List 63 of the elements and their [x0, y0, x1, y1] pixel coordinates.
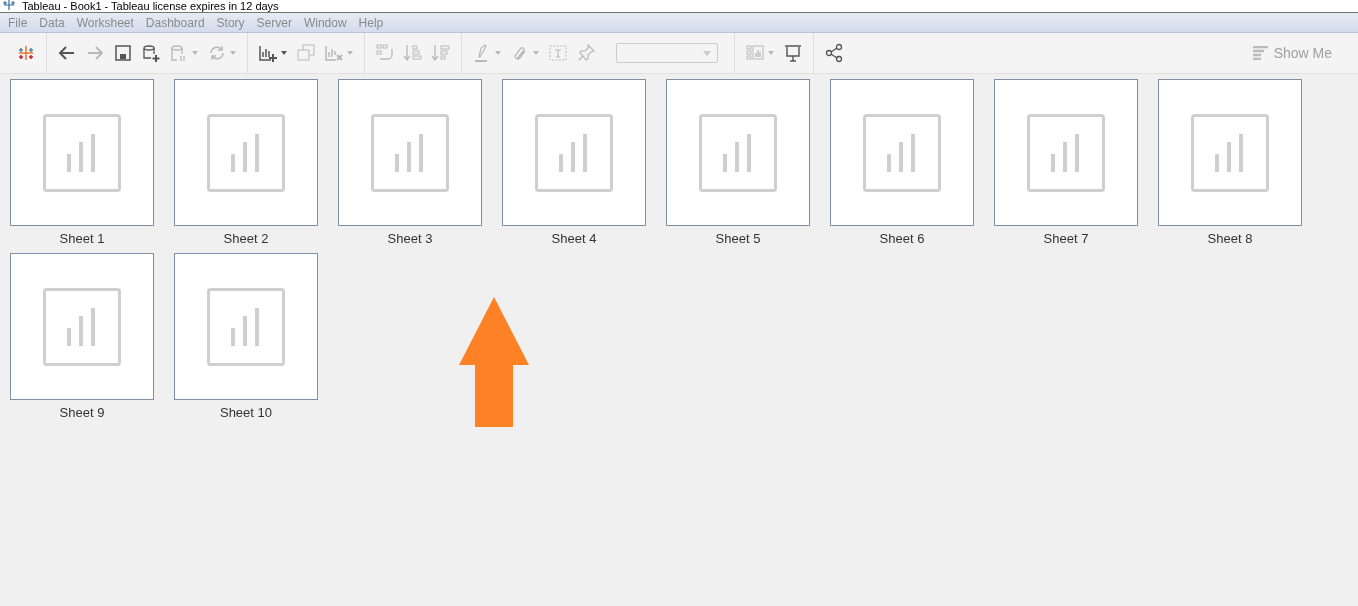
sheet-thumbnail[interactable]	[10, 253, 154, 400]
sheet-thumbnail[interactable]	[1158, 79, 1302, 226]
sheet-thumbnail[interactable]	[10, 79, 154, 226]
sort-ascending-icon	[403, 43, 423, 63]
bar-chart-icon	[207, 287, 285, 366]
menu-item[interactable]: Server	[250, 15, 298, 30]
sheet-thumbnail[interactable]	[338, 79, 482, 226]
sheet-thumbnail[interactable]	[502, 79, 646, 226]
caret-icon	[532, 50, 540, 56]
bar-chart-icon	[1027, 113, 1105, 192]
presentation-icon	[783, 43, 803, 63]
bar-chart-icon	[43, 287, 121, 366]
bar-chart-icon	[699, 113, 777, 192]
menu-item[interactable]: Worksheet	[70, 15, 140, 30]
app-logo-icon	[3, 0, 15, 10]
sheet-name: Sheet 2	[223, 231, 269, 247]
save-icon	[113, 43, 133, 63]
bar-chart-icon	[207, 113, 285, 192]
caret-icon	[191, 50, 199, 56]
sheet-thumbnail[interactable]	[174, 253, 318, 400]
up-arrow-icon	[459, 297, 529, 427]
sheet-name: Sheet 1	[59, 231, 105, 247]
sort-descending-icon	[431, 43, 451, 63]
menu-item[interactable]: Window	[297, 15, 353, 30]
sheet-name: Sheet 6	[879, 231, 925, 247]
refresh-icon	[207, 43, 227, 63]
duplicate-icon	[296, 43, 316, 63]
caret-icon	[280, 50, 288, 56]
menu-item[interactable]: Help	[352, 15, 390, 30]
window-title: Tableau - Book1 - Tableau license expires in 12 days	[22, 0, 279, 12]
sheet-name: Sheet 5	[715, 231, 761, 247]
menu-item[interactable]: Data	[33, 15, 71, 30]
show-me-icon	[1252, 46, 1268, 60]
sheet-thumbnail[interactable]	[830, 79, 974, 226]
sheet-name: Sheet 3	[387, 231, 433, 247]
new-data-source-icon	[141, 43, 161, 63]
sheet-name: Sheet 9	[59, 405, 105, 421]
sheet-thumbnail[interactable]	[666, 79, 810, 226]
bar-chart-icon	[863, 113, 941, 192]
caret-icon	[494, 50, 502, 56]
sheet-thumbnail[interactable]	[994, 79, 1138, 226]
sheet-name: Sheet 7	[1043, 231, 1089, 247]
sheet-name: Sheet 4	[551, 231, 597, 247]
sheet-thumbnail[interactable]	[174, 79, 318, 226]
caret-icon	[767, 50, 775, 56]
menu-item[interactable]: Story	[210, 15, 251, 30]
caret-icon	[703, 50, 711, 56]
new-worksheet-icon	[258, 43, 278, 63]
bar-chart-icon	[43, 113, 121, 192]
menu-item[interactable]: File	[2, 15, 34, 30]
caret-icon	[346, 50, 354, 56]
bar-chart-icon	[1191, 113, 1269, 192]
sheet-name: Sheet 10	[219, 405, 272, 421]
share-icon	[824, 43, 844, 63]
caret-icon	[229, 50, 237, 56]
bar-chart-icon	[535, 113, 613, 192]
menu-item[interactable]: Dashboard	[139, 15, 211, 30]
text-icon	[548, 43, 568, 63]
show-me-label: Show Me	[1273, 45, 1332, 61]
clear-icon	[324, 43, 344, 63]
pin-icon	[576, 43, 596, 63]
sheet-name: Sheet 8	[1207, 231, 1253, 247]
bar-chart-icon	[371, 113, 449, 192]
